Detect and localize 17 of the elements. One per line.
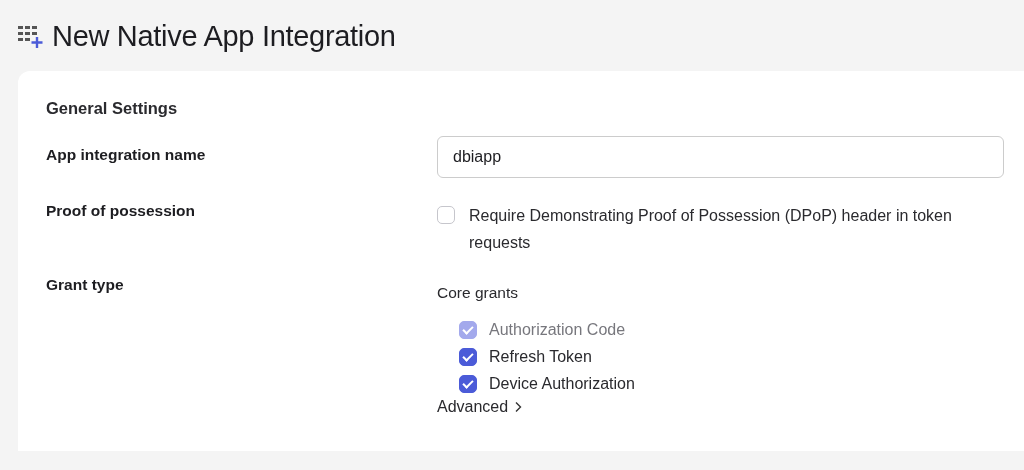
text-field[interactable]: dbiapp — [437, 136, 1004, 178]
chevron-right-icon — [514, 401, 523, 413]
checkbox-label: Authorization Code — [489, 320, 626, 340]
checkbox-label: Require Demonstrating Proof of Possession (DPoP) header in token requests — [469, 206, 953, 253]
checkbox-label: Refresh Token — [489, 347, 592, 367]
field-label: Proof of possession — [46, 202, 196, 221]
advanced-link[interactable]: Advanced — [437, 398, 523, 416]
checkbox[interactable] — [459, 348, 477, 366]
checkbox[interactable] — [459, 375, 477, 393]
field-label: Grant type — [46, 276, 125, 295]
page-title: New Native App Integration — [52, 19, 396, 53]
checkbox-label: Device Authorization — [489, 374, 635, 394]
checkbox[interactable] — [437, 206, 455, 224]
section-title: General Settings — [46, 99, 179, 118]
grid-plus-icon — [18, 23, 46, 49]
field-label: App integration name — [46, 145, 207, 165]
group-label: Core grants — [437, 284, 519, 302]
